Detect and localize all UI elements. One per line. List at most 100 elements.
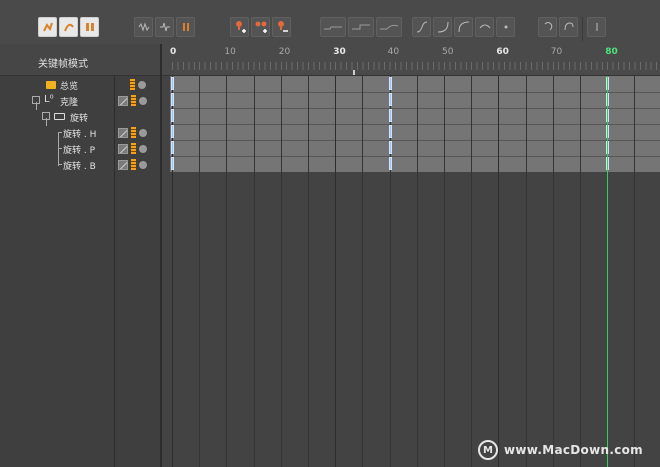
- grid-line: [253, 76, 255, 467]
- lock-icon[interactable]: [131, 127, 136, 138]
- lock-icon[interactable]: [130, 79, 135, 90]
- lock-icon[interactable]: [131, 95, 136, 106]
- tick-label-60: 60: [496, 47, 509, 57]
- wave-button[interactable]: [134, 17, 153, 37]
- ease-out-curve-icon: [458, 21, 469, 33]
- grid-line: [416, 76, 418, 467]
- folder-open-icon: [54, 113, 65, 120]
- loop-icon: [544, 22, 552, 31]
- tag-icon: [118, 143, 128, 154]
- grid-line: [580, 76, 581, 467]
- tag-icon: [118, 127, 128, 138]
- object-label: 旋转: [70, 113, 89, 124]
- more-button[interactable]: [587, 17, 606, 37]
- visibility-dot-icon[interactable]: [138, 80, 146, 89]
- keyframe[interactable]: [171, 157, 174, 170]
- object-label: 总览: [60, 81, 79, 92]
- tick-label-80: 80: [605, 47, 618, 57]
- track-label: 旋转 . P: [63, 145, 96, 156]
- motion-mode-icon: [85, 23, 94, 31]
- pulse-button[interactable]: [155, 17, 174, 37]
- object-row-overview[interactable]: 总览: [0, 77, 160, 93]
- tick-label-0: 0: [170, 47, 177, 57]
- spline-soft-button[interactable]: [412, 17, 431, 37]
- tick-label-50: 50: [442, 47, 454, 57]
- ease-icon: [380, 24, 399, 30]
- fcurve-mode-icon: [63, 23, 74, 32]
- keyframe[interactable]: [171, 77, 174, 90]
- key-edit-mode-button[interactable]: [38, 17, 57, 37]
- add-key-all-button[interactable]: [251, 17, 270, 37]
- tick-label-10: 10: [224, 47, 236, 57]
- object-row-rotation[interactable]: 旋转: [0, 109, 160, 125]
- grid-line: [471, 76, 473, 467]
- object-row-cloner[interactable]: L⁰ 克隆: [0, 93, 160, 109]
- wave-icon: [138, 22, 149, 32]
- toolbar: [0, 0, 660, 44]
- track-area: [170, 76, 660, 172]
- track-label: 旋转 . B: [63, 161, 96, 172]
- ease-interp-button[interactable]: [376, 17, 402, 37]
- step-interp-button[interactable]: [320, 17, 346, 37]
- visibility-dot-icon[interactable]: [139, 144, 147, 153]
- delete-key-button[interactable]: [272, 17, 291, 37]
- motion-mode-button[interactable]: [80, 17, 99, 37]
- cloner-icon: L⁰: [44, 94, 54, 105]
- visibility-dot-icon[interactable]: [139, 96, 147, 105]
- grid-line: [552, 76, 554, 467]
- spline-ease-out-button[interactable]: [454, 17, 473, 37]
- offset-loop-icon: [564, 22, 573, 31]
- pulse-icon: [159, 22, 170, 32]
- grid-line: [199, 76, 201, 467]
- grid-line: [634, 76, 636, 467]
- lock-icon[interactable]: [131, 159, 136, 170]
- point-icon: [504, 25, 507, 29]
- panel-header: 关键帧模式: [0, 44, 162, 76]
- loop-button[interactable]: [538, 17, 557, 37]
- keyframe[interactable]: [171, 141, 174, 154]
- track-row-rotation-p[interactable]: 旋转 . P: [0, 141, 160, 157]
- object-label: 克隆: [60, 97, 79, 108]
- track-row-rotation-b[interactable]: 旋转 . B: [0, 157, 160, 173]
- keyframe[interactable]: [388, 141, 392, 154]
- keyframe[interactable]: [388, 77, 392, 90]
- track-row-rotation-h[interactable]: 旋转 . H: [0, 125, 160, 141]
- grid-line: [444, 76, 445, 467]
- tick-label-40: 40: [387, 47, 400, 57]
- macdown-logo-icon: M: [478, 440, 498, 460]
- watermark: M www.MacDown.com: [478, 440, 643, 460]
- spline-linear-button[interactable]: [475, 17, 494, 37]
- tick-label-30: 30: [333, 47, 346, 57]
- frame-ruler[interactable]: 0 10 20 30 40 50 60 70 80: [162, 44, 660, 76]
- lock-icon[interactable]: [131, 143, 136, 154]
- keyframe-timeline[interactable]: [162, 76, 660, 467]
- fcurve-mode-button[interactable]: [59, 17, 78, 37]
- linear-interp-button[interactable]: [348, 17, 374, 37]
- linear-icon: [352, 24, 370, 30]
- delete-key-icon: [277, 21, 288, 32]
- current-frame-line[interactable]: [607, 76, 609, 467]
- visibility-dot-icon[interactable]: [139, 160, 147, 169]
- tag-icon: [118, 159, 128, 170]
- keyframe[interactable]: [388, 109, 392, 122]
- keyframe[interactable]: [171, 93, 174, 106]
- keyframe[interactable]: [171, 109, 174, 122]
- add-key-button[interactable]: [230, 17, 249, 37]
- tag-icon: [118, 95, 128, 106]
- keyframe[interactable]: [388, 157, 392, 170]
- spline-ease-in-button[interactable]: [433, 17, 452, 37]
- grid-line: [525, 76, 527, 467]
- keyframe[interactable]: [388, 125, 392, 138]
- panel-title: 关键帧模式: [38, 59, 88, 70]
- flat-curve-icon: [479, 24, 490, 29]
- add-key-icon: [235, 21, 246, 33]
- grid-line: [498, 76, 500, 467]
- folder-icon: [46, 81, 56, 89]
- grid-line: [362, 76, 364, 467]
- keyframe[interactable]: [171, 125, 174, 138]
- bars-button[interactable]: [176, 17, 195, 37]
- visibility-dot-icon[interactable]: [139, 128, 147, 137]
- keyframe[interactable]: [388, 93, 392, 106]
- offset-loop-button[interactable]: [559, 17, 578, 37]
- spline-point-button[interactable]: [496, 17, 515, 37]
